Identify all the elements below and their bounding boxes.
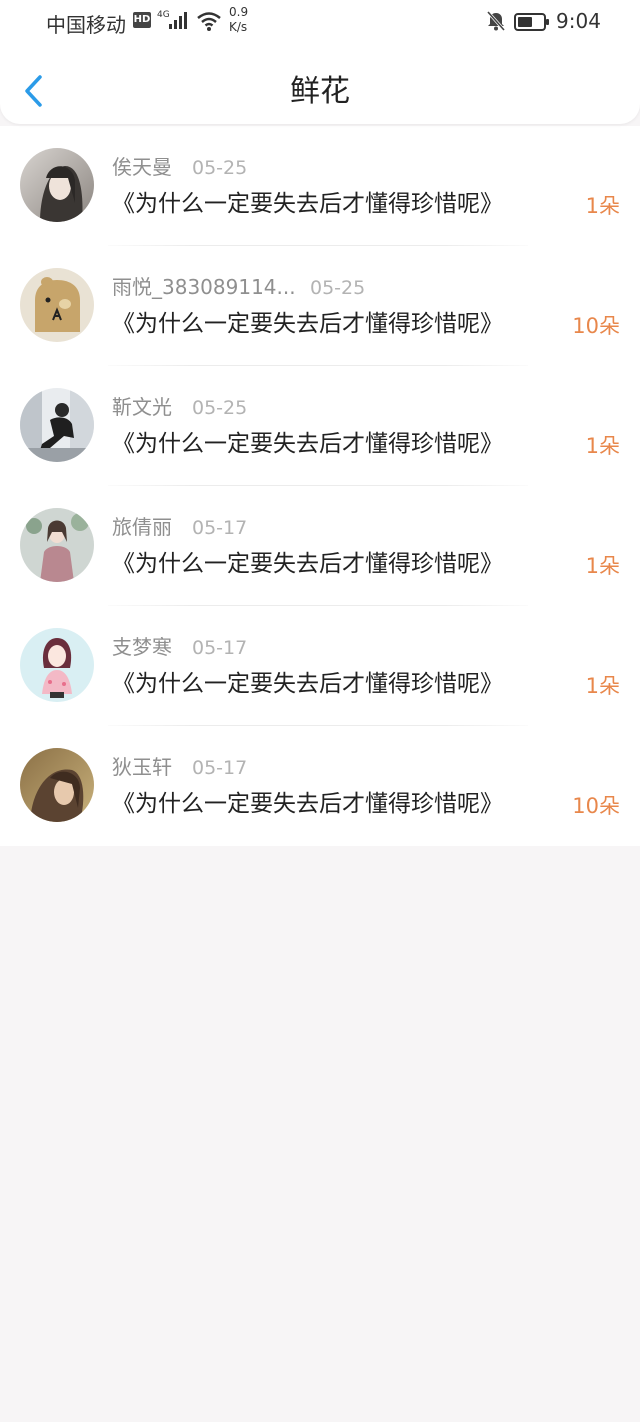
flower-count: 10朵 bbox=[572, 794, 620, 818]
article-title[interactable]: 《为什么一定要失去后才懂得珍惜呢》 bbox=[112, 428, 503, 460]
avatar[interactable] bbox=[20, 268, 94, 342]
status-bar: 中国移动 HD 4G 0.9 K/s 9:04 bbox=[0, 0, 640, 44]
network-type-label: 4G bbox=[157, 10, 170, 20]
article-title[interactable]: 《为什么一定要失去后才懂得珍惜呢》 bbox=[112, 668, 503, 700]
top-bar: 中国移动 HD 4G 0.9 K/s 9:04 鲜花 bbox=[0, 0, 640, 124]
network-speed: 0.9 K/s bbox=[229, 5, 248, 35]
user-name: 俟天曼 bbox=[112, 155, 172, 179]
article-title[interactable]: 《为什么一定要失去后才懂得珍惜呢》 bbox=[112, 188, 503, 220]
user-name: 靳文光 bbox=[112, 395, 172, 419]
avatar[interactable] bbox=[20, 508, 94, 582]
clock-label: 9:04 bbox=[556, 9, 601, 33]
user-name: 支梦寒 bbox=[112, 635, 172, 659]
flower-count: 1朵 bbox=[585, 434, 620, 458]
list-item[interactable]: 俟天曼 05-25 《为什么一定要失去后才懂得珍惜呢》 1朵 bbox=[0, 126, 640, 246]
network-speed-value: 0.9 bbox=[229, 5, 249, 19]
article-title[interactable]: 《为什么一定要失去后才懂得珍惜呢》 bbox=[112, 308, 503, 340]
avatar[interactable] bbox=[20, 628, 94, 702]
gift-date: 05-17 bbox=[192, 637, 248, 659]
article-title[interactable]: 《为什么一定要失去后才懂得珍惜呢》 bbox=[112, 788, 503, 820]
list-item[interactable]: 支梦寒 05-17 《为什么一定要失去后才懂得珍惜呢》 1朵 bbox=[0, 606, 640, 726]
avatar[interactable] bbox=[20, 388, 94, 462]
flower-count: 10朵 bbox=[572, 314, 620, 338]
battery-icon bbox=[514, 12, 550, 37]
carrier-label: 中国移动 bbox=[46, 13, 126, 37]
user-name: 雨悦_383089114... bbox=[112, 275, 296, 299]
avatar[interactable] bbox=[20, 748, 94, 822]
gift-date: 05-25 bbox=[310, 277, 366, 299]
user-name: 旅倩丽 bbox=[112, 515, 172, 539]
list-item[interactable]: 旅倩丽 05-17 《为什么一定要失去后才懂得珍惜呢》 1朵 bbox=[0, 486, 640, 606]
gift-date: 05-25 bbox=[192, 397, 248, 419]
cellular-signal-icon: 4G bbox=[157, 8, 191, 37]
flower-count: 1朵 bbox=[585, 554, 620, 578]
flower-count: 1朵 bbox=[585, 194, 620, 218]
flower-gift-list: 俟天曼 05-25 《为什么一定要失去后才懂得珍惜呢》 1朵 雨悦_383089… bbox=[0, 126, 640, 846]
avatar[interactable] bbox=[20, 148, 94, 222]
wifi-icon bbox=[196, 10, 222, 37]
article-title[interactable]: 《为什么一定要失去后才懂得珍惜呢》 bbox=[112, 548, 503, 580]
gift-date: 05-25 bbox=[192, 157, 248, 179]
list-item[interactable]: 雨悦_383089114... 05-25 《为什么一定要失去后才懂得珍惜呢》 … bbox=[0, 246, 640, 366]
network-speed-unit: K/s bbox=[229, 20, 248, 34]
list-item[interactable]: 狄玉轩 05-17 《为什么一定要失去后才懂得珍惜呢》 10朵 bbox=[0, 726, 640, 846]
page-title: 鲜花 bbox=[290, 74, 350, 109]
list-item[interactable]: 靳文光 05-25 《为什么一定要失去后才懂得珍惜呢》 1朵 bbox=[0, 366, 640, 486]
user-name: 狄玉轩 bbox=[112, 755, 172, 779]
gift-date: 05-17 bbox=[192, 757, 248, 779]
flower-count: 1朵 bbox=[585, 674, 620, 698]
hd-badge: HD bbox=[133, 12, 151, 28]
gift-date: 05-17 bbox=[192, 517, 248, 539]
bell-muted-icon bbox=[485, 10, 507, 37]
